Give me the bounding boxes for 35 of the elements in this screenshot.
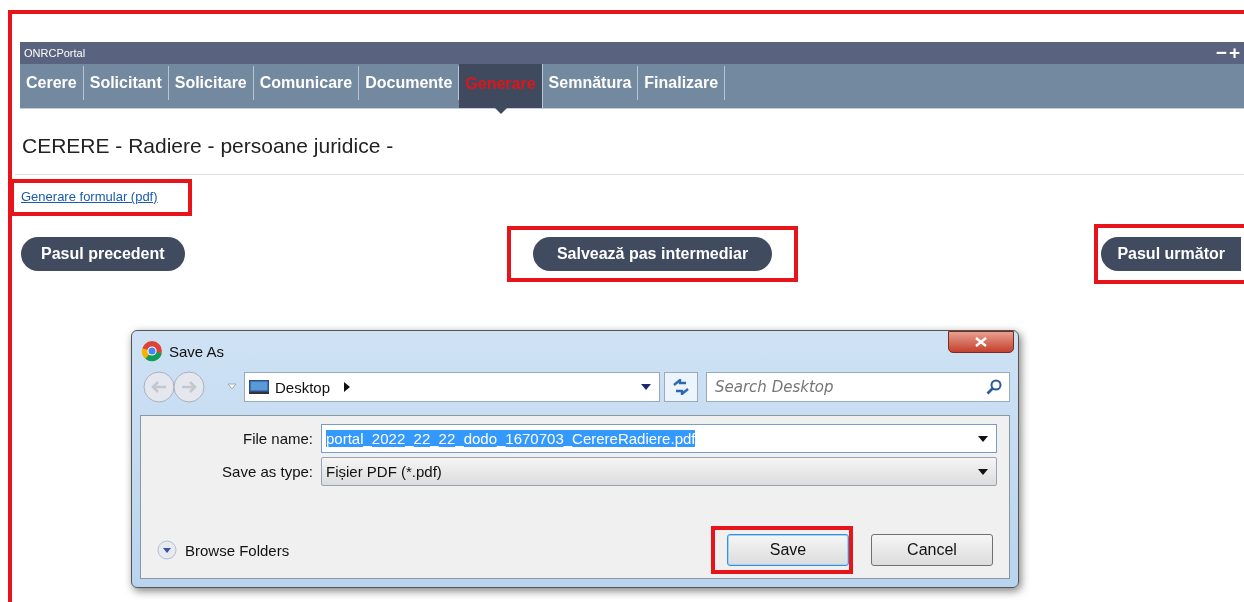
dropdown-arrow-icon[interactable] [641, 384, 651, 390]
file-type-dropdown[interactable]: Fișier PDF (*.pdf) [321, 457, 997, 486]
close-icon [975, 337, 987, 347]
step-button[interactable]: Pasul următor [1101, 237, 1241, 271]
expand-icon [157, 540, 177, 560]
refresh-icon [672, 379, 690, 395]
tab[interactable]: Cerere [20, 66, 84, 100]
dropdown-arrow-icon [978, 435, 988, 442]
chevron-right-icon [344, 382, 351, 392]
tab[interactable]: Semnătura [542, 66, 639, 100]
search-icon [986, 379, 1002, 395]
window-control-button[interactable]: + [1228, 44, 1240, 62]
dialog-button[interactable]: Save [727, 534, 849, 566]
desktop-icon [249, 379, 269, 395]
window-control-button[interactable]: − [1215, 44, 1227, 62]
tab[interactable]: Finalizare [638, 66, 726, 100]
step-button[interactable]: Pasul precedent [21, 237, 185, 271]
browse-folders-button[interactable]: Browse Folders [157, 540, 290, 560]
address-bar[interactable]: Desktop [244, 372, 660, 402]
tab[interactable]: Comunicare [253, 66, 360, 100]
step-button[interactable]: Salvează pas intermediar [532, 237, 773, 271]
tab[interactable]: Solicitant [83, 66, 169, 100]
dialog-button[interactable]: Cancel [871, 534, 993, 566]
search-field[interactable]: Search Desktop [706, 372, 1010, 402]
field-label: File name: [241, 430, 314, 447]
refresh-button[interactable] [664, 372, 698, 402]
close-button[interactable] [948, 331, 1014, 353]
portal-title: ONRCPortal [24, 47, 86, 59]
field-label: Save as type: [221, 463, 314, 480]
browser-logo-icon [141, 340, 163, 362]
page-heading: CERERE - Radiere - persoane juridice - [21, 134, 395, 159]
tab[interactable]: Solicitare [168, 66, 254, 100]
dialog-title: Save As [169, 342, 225, 360]
dropdown-arrow-icon [978, 468, 988, 475]
generate-form-link[interactable]: Generare formular (pdf) [21, 189, 158, 204]
